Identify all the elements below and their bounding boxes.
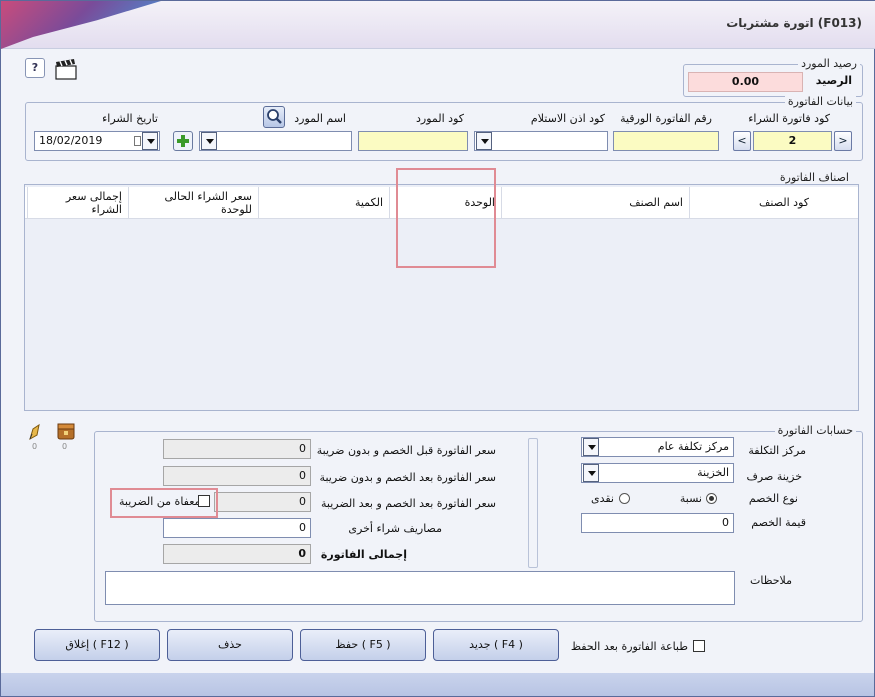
column-header-unit-price[interactable]: سعر الشراء الحالى للوحدة [128,187,258,219]
receipt-permit-dropdown[interactable] [476,132,492,150]
title-bar: اتورة مشتريات (F013) [1,1,875,49]
after-discount-field: 0 [163,466,311,486]
add-supplier-icon[interactable] [173,131,193,151]
column-header-item-name[interactable]: اسم الصنف [501,187,689,219]
total-label: إجمالى الفاتورة [320,548,407,561]
new-button[interactable]: جديد ( F4 ) [433,629,559,661]
pencil-icon[interactable] [26,421,46,443]
column-header-item-code[interactable]: كود الصنف [689,187,815,219]
save-button[interactable]: حفظ ( F5 ) [300,629,426,661]
treasury-box-icon[interactable] [56,421,76,441]
treasury-count: 0 [62,442,68,451]
supplier-name-field[interactable] [199,131,352,151]
balance-value: 0.00 [688,72,803,92]
next-invoice-button[interactable]: > [834,131,852,151]
purchase-date-dropdown[interactable] [142,132,158,150]
discount-cash-label: نقدى [590,492,614,505]
other-expenses-label: مصاريف شراء أخرى [348,522,442,535]
invoice-data-title: بيانات الفاتورة [784,95,856,108]
paper-invoice-number-field[interactable] [613,131,719,151]
treasury-field[interactable]: الخزينة [581,463,734,483]
receipt-permit-code-label: كود اذن الاستلام [530,112,605,125]
supplier-name-dropdown[interactable] [201,132,217,150]
supplier-code-label: كود المورد [416,112,464,125]
clapperboard-icon[interactable] [54,58,78,80]
column-header-quantity[interactable]: الكمية [258,187,389,219]
discount-type-label: نوع الخصم [748,492,798,505]
discount-value-label: قيمة الخصم [751,516,806,529]
search-supplier-icon[interactable] [263,106,285,128]
balance-label: الرصيد [815,74,852,87]
after-discount-tax-label: سعر الفاتورة بعد الخصم و بعد الضريبة [321,497,496,510]
pencil-count: 0 [32,442,38,451]
before-discount-field: 0 [163,439,311,459]
discount-percent-radio[interactable] [706,493,717,504]
close-button[interactable]: إغلاق ( F12 ) [34,629,160,661]
treasury-label: خزينة صرف [746,470,802,483]
annotation-highlight-unit-column [396,168,496,268]
invoice-accounts-title: حسابات الفاتورة [774,424,856,437]
purchase-date-label: تاريخ الشراء [102,112,158,125]
supplier-name-label: اسم المورد [294,112,346,125]
supplier-code-field[interactable] [358,131,468,151]
column-header-total-price[interactable]: إجمالى سعر الشراء [27,187,128,219]
title-decoration [1,1,161,49]
annotation-highlight-tax-exempt [110,488,218,518]
after-discount-label: سعر الفاتورة بعد الخصم و بدون ضريبة [319,471,496,484]
help-icon[interactable]: ? [25,58,45,78]
treasury-dropdown[interactable] [583,464,599,482]
discount-percent-label: نسبة [679,492,702,505]
print-after-save-checkbox[interactable] [693,640,705,652]
notes-field[interactable] [105,571,735,605]
status-strip [1,673,874,696]
accounts-divider [528,438,538,568]
discount-cash-radio[interactable] [619,493,630,504]
delete-button[interactable]: حذف [167,629,293,661]
calendar-icon [134,136,141,146]
purchase-invoice-code-field[interactable]: 2 [753,131,832,151]
before-discount-label: سعر الفاتورة قبل الخصم و بدون ضريبة [316,444,496,457]
discount-value-field[interactable]: 0 [581,513,734,533]
supplier-balance-title: رصيد المورد [798,57,860,70]
after-discount-tax-field: 0 [214,492,311,512]
items-group-title: اصناف الفاتورة [779,171,849,184]
total-field: 0 [163,544,311,564]
cost-center-label: مركز التكلفة [748,444,806,457]
other-expenses-field[interactable]: 0 [163,518,311,538]
paper-invoice-number-label: رقم الفاتورة الورقية [620,112,712,125]
receipt-permit-code-field[interactable] [474,131,608,151]
purchase-invoice-code-label: كود فاتورة الشراء [748,112,830,125]
print-after-save-label: طباعة الفاتورة بعد الحفظ [570,640,688,653]
window-title: اتورة مشتريات (F013) [726,16,862,30]
cost-center-dropdown[interactable] [583,438,599,456]
purchase-invoice-window: اتورة مشتريات (F013) ? رصيد المورد 0.00 … [0,0,875,697]
prev-invoice-button[interactable]: < [733,131,751,151]
cost-center-field[interactable]: مركز تكلفة عام [581,437,734,457]
notes-label: ملاحظات [750,574,792,587]
